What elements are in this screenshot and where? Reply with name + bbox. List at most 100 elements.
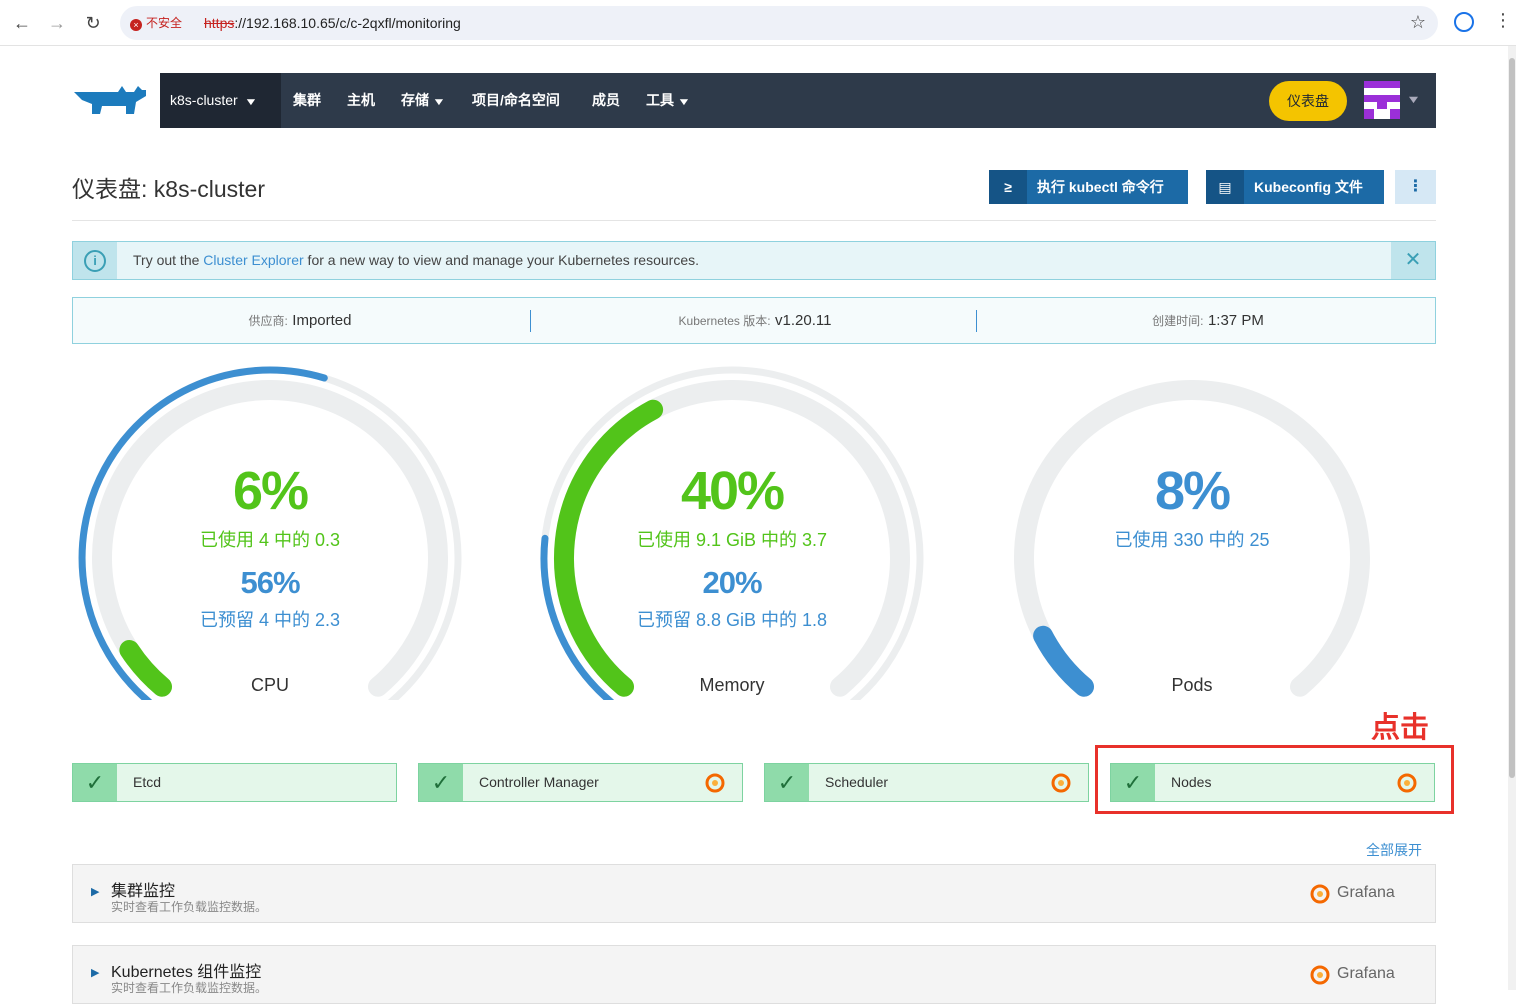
provider-info: 供应商: Imported	[73, 298, 527, 343]
grafana-icon[interactable]	[1309, 964, 1331, 986]
section-subtitle: 实时查看工作负载监控数据。	[111, 981, 268, 995]
component-controller-manager: ✓ Controller Manager	[418, 763, 743, 802]
check-icon: ✓	[1111, 764, 1155, 801]
url-path: ://192.168.10.65/c/c-2qxfl/monitoring	[234, 15, 461, 31]
nav-members[interactable]: 成员	[592, 73, 620, 128]
kubectl-shell-button[interactable]: ≥ 执行 kubectl 命令行	[989, 170, 1188, 204]
provider-label: 供应商:	[248, 314, 288, 328]
banner-text-after: for a new way to view and manage your Ku…	[303, 252, 699, 268]
nav-storage-label: 存储	[401, 92, 429, 108]
nav-tools-label: 工具	[646, 92, 674, 108]
cluster-selector[interactable]: k8s-cluster ▼	[160, 73, 281, 128]
back-icon[interactable]: ←	[10, 11, 34, 35]
cluster-info-box: 供应商: Imported Kubernetes 版本: v1.20.11 创建…	[72, 297, 1436, 344]
kubeconfig-label: Kubeconfig 文件	[1254, 179, 1363, 195]
kubeconfig-button[interactable]: ▤ Kubeconfig 文件	[1206, 170, 1384, 204]
memory-used-percent: 40%	[680, 461, 785, 521]
user-menu-chevron-icon[interactable]: ▼	[1406, 73, 1421, 128]
expand-all-link[interactable]: 全部展开	[1366, 840, 1422, 860]
chevron-down-icon: ▼	[432, 97, 446, 108]
nav-storage[interactable]: 存储 ▼	[401, 73, 446, 128]
memory-reserved-detail: 已预留 8.8 GiB 中的 1.8	[636, 610, 828, 630]
nav-hosts[interactable]: 主机	[347, 73, 375, 128]
pods-label: Pods	[1171, 675, 1213, 695]
grafana-icon[interactable]	[1309, 883, 1331, 905]
security-indicator[interactable]: × 不安全	[130, 13, 182, 33]
provider-value: Imported	[292, 312, 352, 329]
created-info: 创建时间: 1:37 PM	[981, 298, 1435, 343]
grafana-icon[interactable]	[1396, 772, 1418, 794]
cpu-used-percent: 6%	[232, 461, 309, 521]
dashboard-button[interactable]: 仪表盘	[1269, 81, 1347, 121]
component-name: Nodes	[1171, 774, 1212, 790]
close-icon[interactable]: ✕	[1391, 242, 1435, 279]
nav-cluster[interactable]: 集群	[293, 73, 321, 128]
click-annotation: 点击	[1371, 712, 1430, 744]
grafana-link[interactable]: Grafana	[1337, 884, 1395, 902]
component-scheduler: ✓ Scheduler	[764, 763, 1089, 802]
pods-used-percent: 8%	[1154, 461, 1231, 521]
more-actions-button[interactable]: ⋮	[1395, 170, 1436, 204]
info-separator	[976, 310, 977, 332]
top-navigation: k8s-cluster ▼ 集群 主机 存储 ▼ 项目/命名空间 成员 工具 ▼ 仪表…	[160, 73, 1436, 128]
expand-triangle-icon[interactable]: ▶	[91, 966, 99, 979]
memory-used-detail: 已使用 9.1 GiB 中的 3.7	[636, 530, 828, 550]
info-icon: i	[73, 242, 117, 279]
banner-text-before: Try out the	[133, 252, 204, 268]
chevron-down-icon: ▼	[677, 97, 691, 108]
cluster-explorer-link[interactable]: Cluster Explorer	[203, 252, 303, 268]
created-value: 1:37 PM	[1207, 312, 1264, 329]
expand-triangle-icon[interactable]: ▶	[91, 885, 99, 898]
k8s-version-info: Kubernetes 版本: v1.20.11	[528, 298, 982, 343]
component-name: Controller Manager	[479, 774, 599, 790]
cpu-reserved-detail: 已预留 4 中的 2.3	[199, 610, 341, 630]
memory-gauge: 40% 已使用 9.1 GiB 中的 3.7 20% 已预留 8.8 GiB 中…	[534, 360, 930, 700]
nav-projects-namespaces[interactable]: 项目/命名空间	[472, 73, 560, 128]
browser-menu-icon[interactable]: ⋮	[1494, 10, 1512, 31]
forward-icon[interactable]: →	[45, 11, 69, 35]
warning-icon: ×	[130, 19, 142, 31]
chevron-down-icon: ▼	[243, 97, 258, 108]
grafana-link[interactable]: Grafana	[1337, 965, 1395, 983]
divider	[72, 220, 1436, 221]
cluster-explorer-banner: i Try out the Cluster Explorer for a new…	[72, 241, 1436, 280]
grafana-icon[interactable]	[1050, 772, 1072, 794]
nav-tools[interactable]: 工具 ▼	[646, 73, 691, 128]
check-icon: ✓	[419, 764, 463, 801]
section-subtitle: 实时查看工作负载监控数据。	[111, 900, 268, 914]
banner-text: Try out the Cluster Explorer for a new w…	[133, 242, 699, 279]
cpu-used-detail: 已使用 4 中的 0.3	[199, 530, 341, 550]
cluster-selector-label: k8s-cluster	[170, 92, 238, 108]
memory-label: Memory	[699, 675, 765, 695]
k8s-version-label: Kubernetes 版本:	[678, 314, 771, 328]
component-etcd: ✓ Etcd	[72, 763, 397, 802]
check-icon: ✓	[765, 764, 809, 801]
scrollbar-thumb[interactable]	[1509, 58, 1515, 778]
rancher-logo[interactable]	[72, 80, 148, 122]
k8s-component-monitoring-section[interactable]: ▶ Kubernetes 组件监控 实时查看工作负载监控数据。 Grafana	[72, 945, 1436, 1004]
cpu-label: CPU	[250, 675, 289, 695]
component-nodes: ✓ Nodes	[1110, 763, 1435, 802]
user-avatar[interactable]	[1364, 81, 1400, 119]
k8s-version-value: v1.20.11	[775, 312, 832, 329]
address-bar[interactable]: × 不安全 https://192.168.10.65/c/c-2qxfl/mon…	[120, 6, 1438, 40]
profile-icon[interactable]	[1454, 12, 1474, 32]
reload-icon[interactable]: ↻	[81, 11, 105, 35]
memory-reserved-percent: 20%	[702, 565, 762, 600]
component-name: Etcd	[133, 774, 162, 790]
pods-used-detail: 已使用 330 中的 25	[1114, 530, 1270, 550]
cluster-monitoring-section[interactable]: ▶ 集群监控 实时查看工作负载监控数据。 Grafana	[72, 864, 1436, 923]
kubectl-shell-label: 执行 kubectl 命令行	[1037, 179, 1164, 195]
page-title: 仪表盘: k8s-cluster	[72, 176, 265, 202]
check-icon: ✓	[73, 764, 117, 801]
grafana-icon[interactable]	[704, 772, 726, 794]
component-name: Scheduler	[825, 774, 889, 790]
bookmark-star-icon[interactable]: ☆	[1410, 12, 1426, 33]
url-scheme: https	[204, 15, 235, 31]
file-icon: ▤	[1206, 170, 1244, 204]
created-label: 创建时间:	[1152, 314, 1204, 328]
cpu-reserved-percent: 56%	[240, 565, 300, 600]
security-label: 不安全	[146, 16, 183, 30]
url-text[interactable]: https://192.168.10.65/c/c-2qxfl/monitori…	[204, 14, 461, 32]
pods-gauge: 8% 已使用 330 中的 25 Pods	[994, 360, 1390, 700]
